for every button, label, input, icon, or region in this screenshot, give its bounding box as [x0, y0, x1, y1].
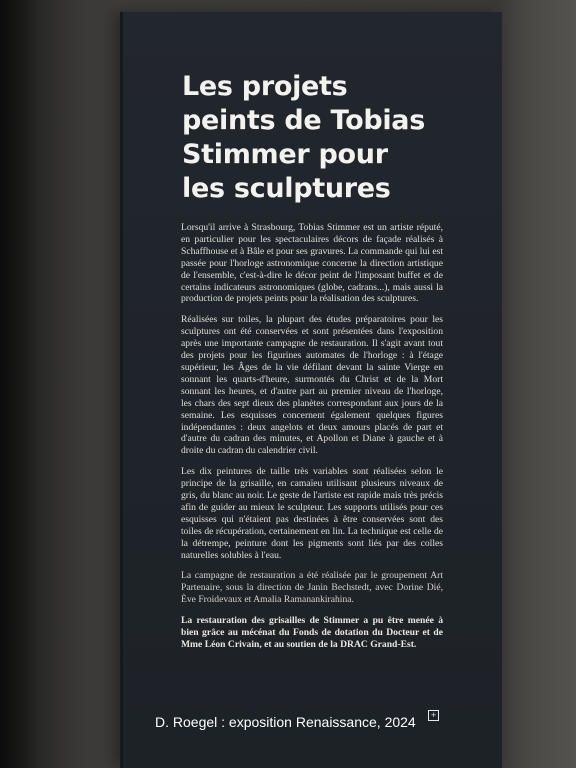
paragraph-sponsorship: La restauration des grisailles de Stimme…	[181, 615, 443, 650]
panel-body: Lorsqu'il arrive à Strasbourg, Tobias St…	[181, 222, 443, 660]
title-line: Stimmer pour	[182, 139, 388, 170]
panel-title: Les projets peints de Tobias Stimmer pou…	[182, 70, 492, 206]
paragraph-arrival: Lorsqu'il arrive à Strasbourg, Tobias St…	[181, 222, 443, 305]
title-line: peints de Tobias	[182, 105, 425, 136]
title-line: les sculptures	[182, 173, 391, 204]
panel-edge	[120, 12, 123, 768]
title-line: Les projets	[182, 71, 348, 102]
plus-icon: +	[428, 710, 439, 721]
paragraph-restoration-team: La campagne de restauration a été réalis…	[181, 570, 443, 606]
paragraph-studies: Réalisées sur toiles, la plupart des étu…	[181, 314, 443, 457]
photo-credit-watermark: D. Roegel : exposition Renaissance, 2024	[155, 714, 416, 730]
wall-shadow	[0, 0, 40, 768]
paragraph-technique: Les dix peintures de taille très variabl…	[181, 466, 443, 561]
